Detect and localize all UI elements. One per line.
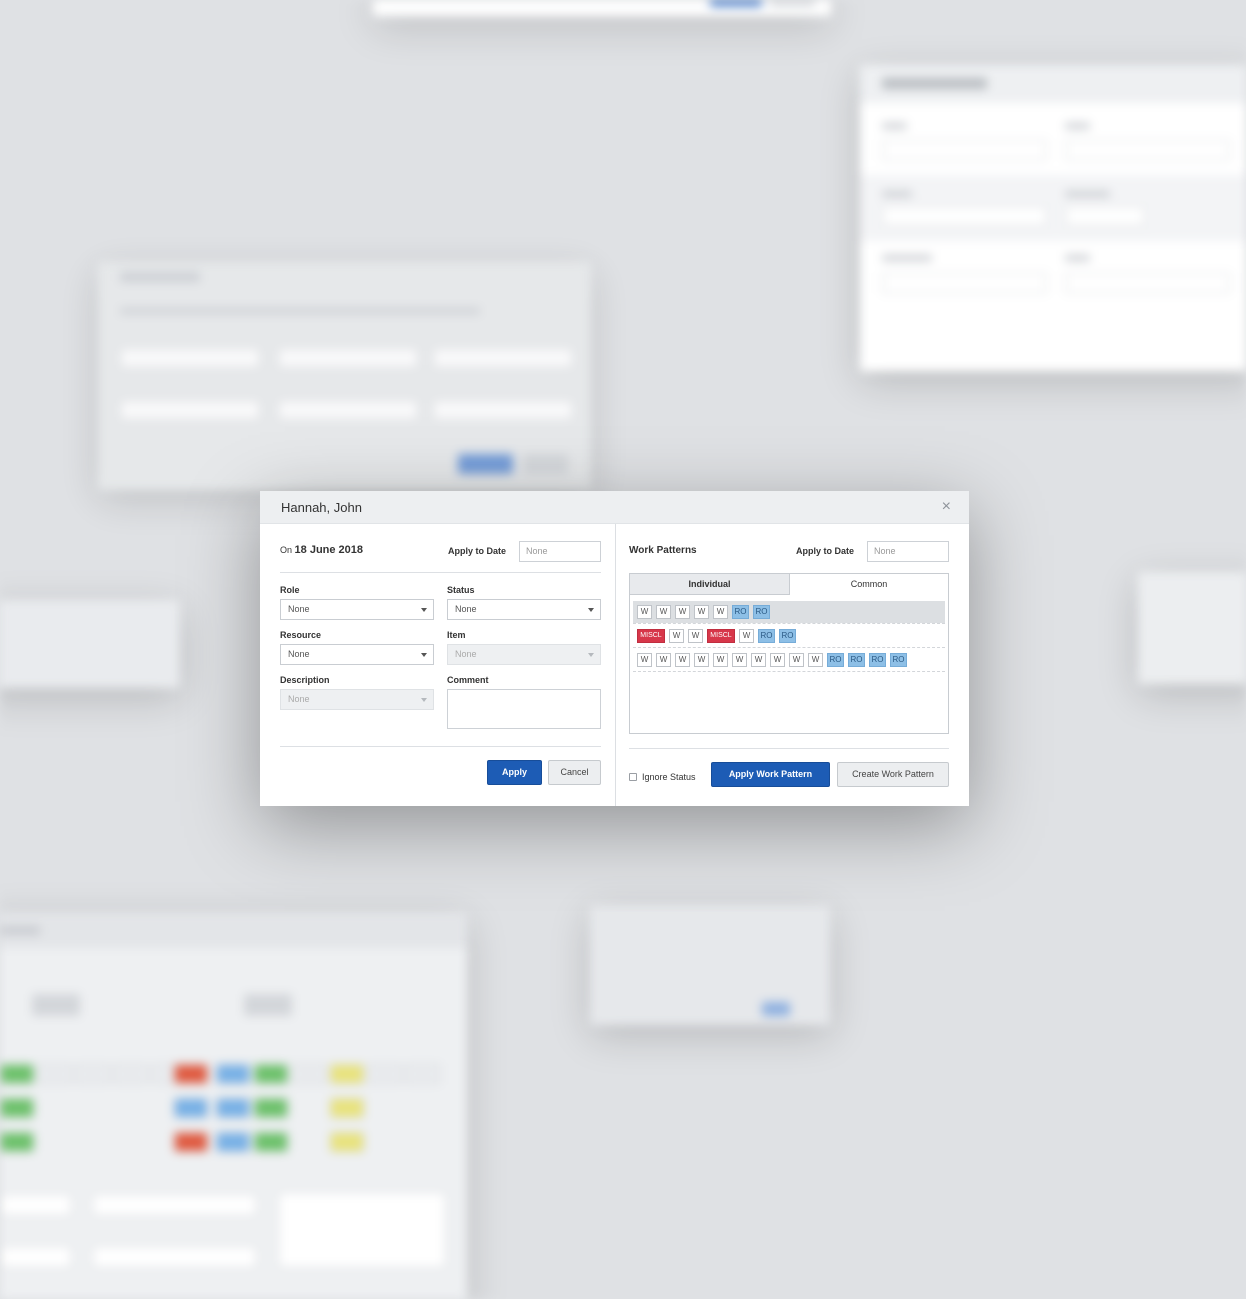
row-separator [633, 671, 945, 672]
wp-apply-to-date-input[interactable]: None [867, 541, 949, 562]
pattern-day-chip: W [694, 605, 709, 619]
description-select[interactable]: None [280, 689, 434, 710]
pattern-day-chip: W [789, 653, 804, 667]
work-pattern-row[interactable]: W W W W W W W W W W RO RO RO RO [633, 649, 945, 671]
divider [629, 748, 949, 749]
wp-apply-to-date-label: Apply to Date [796, 546, 855, 556]
status-label: Status [447, 585, 475, 595]
cancel-button[interactable]: Cancel [548, 760, 601, 785]
pattern-day-chip: W [656, 653, 671, 667]
apply-to-date-input[interactable]: None [519, 541, 601, 562]
status-select[interactable]: None [447, 599, 601, 620]
work-patterns-title: Work Patterns [629, 545, 697, 556]
pattern-day-chip: W [688, 629, 703, 643]
row-separator [633, 647, 945, 648]
row-separator [633, 623, 945, 624]
resource-label: Resource [280, 630, 322, 640]
on-prefix: On [280, 545, 293, 555]
role-value: None [288, 604, 310, 614]
create-work-pattern-button[interactable]: Create Work Pattern [837, 762, 949, 787]
pattern-day-chip: MISCL [707, 629, 735, 643]
on-date-text: On 18 June 2018 [280, 544, 363, 556]
pattern-day-chip: W [675, 653, 690, 667]
pattern-day-chip: W [637, 605, 652, 619]
apply-work-pattern-button[interactable]: Apply Work Pattern [711, 762, 830, 787]
dialog-title: Hannah, John [281, 500, 362, 515]
ignore-status-label: Ignore Status [642, 772, 696, 782]
pattern-day-chip: W [732, 653, 747, 667]
pattern-day-chip: W [770, 653, 785, 667]
work-pattern-list: Individual Common W W W W W RO RO MISCL W W MISCL W… [629, 573, 949, 734]
apply-button[interactable]: Apply [487, 760, 542, 785]
pattern-day-chip: W [694, 653, 709, 667]
item-select[interactable]: None [447, 644, 601, 665]
pattern-day-chip: RO [753, 605, 770, 619]
item-value: None [455, 649, 477, 659]
pattern-day-chip: W [675, 605, 690, 619]
shift-details-pane: On 18 June 2018 Apply to Date None Role … [260, 524, 615, 806]
work-pattern-row[interactable]: W W W W W RO RO [633, 601, 945, 623]
pattern-day-chip: W [669, 629, 684, 643]
work-patterns-pane: Work Patterns Apply to Date None Individ… [616, 524, 969, 806]
pattern-day-chip: W [713, 653, 728, 667]
pattern-day-chip: RO [869, 653, 886, 667]
role-label: Role [280, 585, 300, 595]
item-label: Item [447, 630, 466, 640]
status-value: None [455, 604, 477, 614]
divider [280, 572, 601, 573]
pattern-day-chip: W [808, 653, 823, 667]
edit-shift-dialog: Hannah, John × On 18 June 2018 Apply to … [260, 491, 969, 806]
pattern-day-chip: RO [848, 653, 865, 667]
apply-to-date-label: Apply to Date [448, 546, 507, 556]
chevron-down-icon [421, 698, 427, 702]
chevron-down-icon [421, 608, 427, 612]
ignore-status-checkbox[interactable] [629, 773, 637, 781]
role-select[interactable]: None [280, 599, 434, 620]
pattern-day-chip: W [751, 653, 766, 667]
pattern-day-chip: RO [890, 653, 907, 667]
comment-textarea[interactable] [447, 689, 601, 729]
resource-value: None [288, 649, 310, 659]
pattern-day-chip: RO [758, 629, 775, 643]
tab-individual[interactable]: Individual [630, 574, 790, 595]
resource-select[interactable]: None [280, 644, 434, 665]
pattern-day-chip: RO [732, 605, 749, 619]
chevron-down-icon [588, 653, 594, 657]
pattern-day-chip: MISCL [637, 629, 665, 643]
pattern-day-chip: W [739, 629, 754, 643]
tab-common[interactable]: Common [790, 574, 948, 595]
pattern-day-chip: W [656, 605, 671, 619]
close-icon[interactable]: × [942, 498, 951, 516]
pattern-day-chip: W [637, 653, 652, 667]
shift-date: 18 June 2018 [294, 544, 364, 556]
pattern-day-chip: RO [779, 629, 796, 643]
pattern-day-chip: RO [827, 653, 844, 667]
description-value: None [288, 694, 310, 704]
chevron-down-icon [588, 608, 594, 612]
chevron-down-icon [421, 653, 427, 657]
dialog-header: Hannah, John × [260, 491, 969, 524]
work-pattern-row[interactable]: MISCL W W MISCL W RO RO [633, 625, 945, 647]
description-label: Description [280, 675, 330, 685]
divider [280, 746, 601, 747]
pattern-day-chip: W [713, 605, 728, 619]
comment-label: Comment [447, 675, 489, 685]
